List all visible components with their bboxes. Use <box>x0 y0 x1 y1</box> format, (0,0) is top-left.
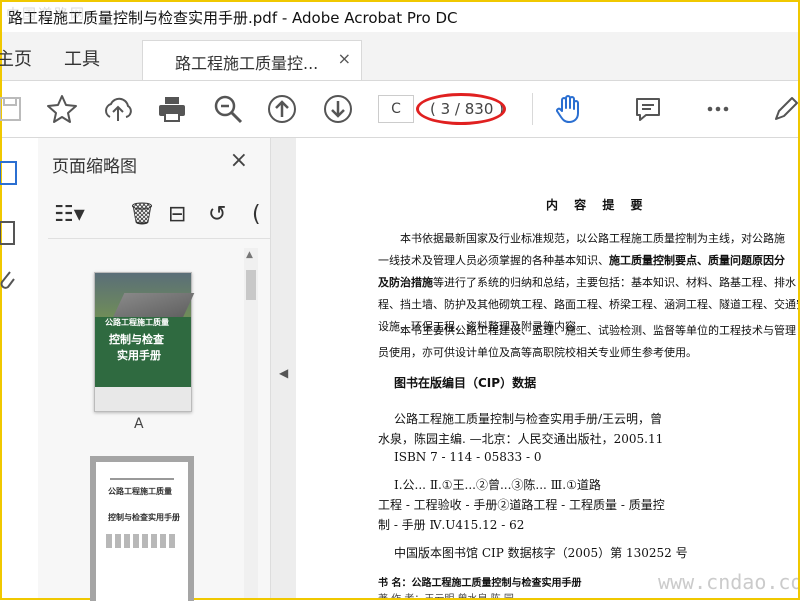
panel-scrollbar[interactable]: ▲ <box>244 248 258 598</box>
book-title-line: 书 名：公路工程施工质量控制与检查实用手册 <box>378 578 582 589</box>
toolbar: C ( 3 / 830 ) <box>0 81 800 138</box>
cover-title-line3: 实用手册 <box>117 349 161 362</box>
highlight-annotation-oval <box>416 93 506 125</box>
cover-footer <box>95 387 191 411</box>
cip-line2: 水泉，陈园主编. —北京：人民交通出版社，2005.11 <box>378 432 664 446</box>
upload-icon[interactable] <box>102 93 134 125</box>
document-tab-label: 路工程施工质量控... <box>175 54 319 73</box>
page-thumbnails-icon[interactable] <box>0 160 20 188</box>
cip-line3: ISBN 7 - 114 - 05833 - 0 <box>394 450 542 464</box>
cip-line7: 中国版本图书馆 CIP 数据核字（2005）第 130252 号 <box>394 546 688 560</box>
thumbnail-label: A <box>134 416 144 432</box>
title-page-rule <box>110 478 174 480</box>
title-page: 公路工程施工质量 控制与检查实用手册 <box>96 462 188 601</box>
panel-splitter[interactable]: ◀ <box>270 138 298 598</box>
cip-line4: Ⅰ.公... Ⅱ.①王...②曾...③陈... Ⅲ.①道路 <box>394 478 601 492</box>
cover-title-line1: 公路工程施工质量 <box>105 318 169 327</box>
hand-icon[interactable] <box>552 93 584 125</box>
cip-line5: 工程 - 工程验收 - 手册②道路工程 - 工程质量 - 质量控 <box>378 498 665 512</box>
thumbnail-panel: 页面缩略图 × ☷▾ 🗑 ⊟ ↺ ( ▲ 公路工程施工质量 控制与检查 实用手册… <box>38 138 270 601</box>
close-panel-icon[interactable]: × <box>230 148 248 173</box>
document-tab[interactable]: 路工程施工质量控... × <box>142 40 362 80</box>
cip-line6: 制 - 手册 Ⅳ.U415.12 - 62 <box>378 518 525 532</box>
collapse-panel-icon[interactable]: ◀ <box>279 366 288 380</box>
panel-toolbar: ☷▾ 🗑 ⊟ ↺ ( <box>48 198 270 239</box>
insert-page-icon[interactable]: ⊟ <box>168 202 186 227</box>
title-page-authors <box>106 534 176 548</box>
prev-page-icon[interactable] <box>266 93 298 125</box>
tools-tab[interactable]: 工具 <box>64 45 100 71</box>
cip-heading: 图书在版编目（CIP）数据 <box>394 376 537 390</box>
save-icon[interactable] <box>0 93 28 125</box>
thumbnail-cover[interactable]: 公路工程施工质量 控制与检查 实用手册 <box>94 272 195 412</box>
para1-line3: 及防治措施等进行了系统的归纳和总结，主要包括：基本知识、材料、路基工程、排水 <box>378 276 796 289</box>
toolbar-divider <box>532 93 533 125</box>
para1-line2: 一线技术及管理人员必须掌握的各种基本知识、施工质量控制要点、质量问题原因分 <box>378 254 785 267</box>
para2-line2: 员使用，亦可供设计单位及高等高职院校相关专业师生参考使用。 <box>378 346 697 359</box>
scrollbar-thumb[interactable] <box>246 270 256 300</box>
tab-bar: 主页 工具 路工程施工质量控... × <box>0 32 798 81</box>
next-page-icon[interactable] <box>322 93 354 125</box>
para2-line1: 本书主要供公路工程建设、监理、施工、试验检测、监督等单位的工程技术与管理 <box>400 324 796 337</box>
document-page: 内 容 提 要 本书依据最新国家及行业标准规范，以公路工程施工质量控制为主线，对… <box>296 138 798 598</box>
comment-icon[interactable] <box>632 93 664 125</box>
left-rail <box>0 138 39 598</box>
bookmarks-icon[interactable] <box>0 220 20 248</box>
print-icon[interactable] <box>156 93 188 125</box>
thumbnail-title-page[interactable]: 公路工程施工质量 控制与检查实用手册 <box>90 456 194 601</box>
star-icon[interactable] <box>46 93 78 125</box>
title-page-line2: 控制与检查实用手册 <box>108 513 180 522</box>
delete-icon[interactable]: 🗑 <box>128 202 156 227</box>
para1-line1: 本书依据最新国家及行业标准规范，以公路工程施工质量控制为主线，对公路施 <box>400 232 785 245</box>
zoom-icon[interactable] <box>212 93 244 125</box>
options-menu-icon[interactable]: ☷▾ <box>54 202 85 227</box>
panel-title: 页面缩略图 <box>52 157 137 177</box>
home-tab[interactable]: 主页 <box>0 45 32 71</box>
corner-watermark: 中国道路网 <box>6 7 86 23</box>
more-icon[interactable] <box>702 93 734 125</box>
page-heading: 内 容 提 要 <box>546 198 649 212</box>
page-number-input[interactable]: C <box>378 95 414 123</box>
close-tab-icon[interactable]: × <box>338 49 351 68</box>
attachments-icon[interactable] <box>0 268 20 296</box>
author-line: 著 作 者：王云明 曾水泉 陈 园 <box>378 590 514 598</box>
document-view[interactable]: 内 容 提 要 本书依据最新国家及行业标准规范，以公路工程施工质量控制为主线，对… <box>296 138 798 598</box>
para1-line4: 程、挡土墙、防护及其他砌筑工程、路面工程、桥梁工程、涵洞工程、隧道工程、交通安 <box>378 298 798 311</box>
site-watermark: www.cndao.com <box>658 570 798 594</box>
rotate-icon[interactable]: ↺ <box>208 202 226 227</box>
cover-title-line2: 控制与检查 <box>109 333 164 346</box>
pen-icon[interactable] <box>770 93 800 125</box>
scroll-up-icon[interactable]: ▲ <box>246 250 253 260</box>
rotate-clockwise-icon[interactable]: ( <box>252 202 261 227</box>
cip-line1: 公路工程施工质量控制与检查实用手册/王云明，曾 <box>394 412 663 426</box>
title-page-line1: 公路工程施工质量 <box>108 487 172 496</box>
title-bar: 路工程施工质量控制与检查实用手册.pdf - Adobe Acrobat Pro… <box>2 2 798 32</box>
